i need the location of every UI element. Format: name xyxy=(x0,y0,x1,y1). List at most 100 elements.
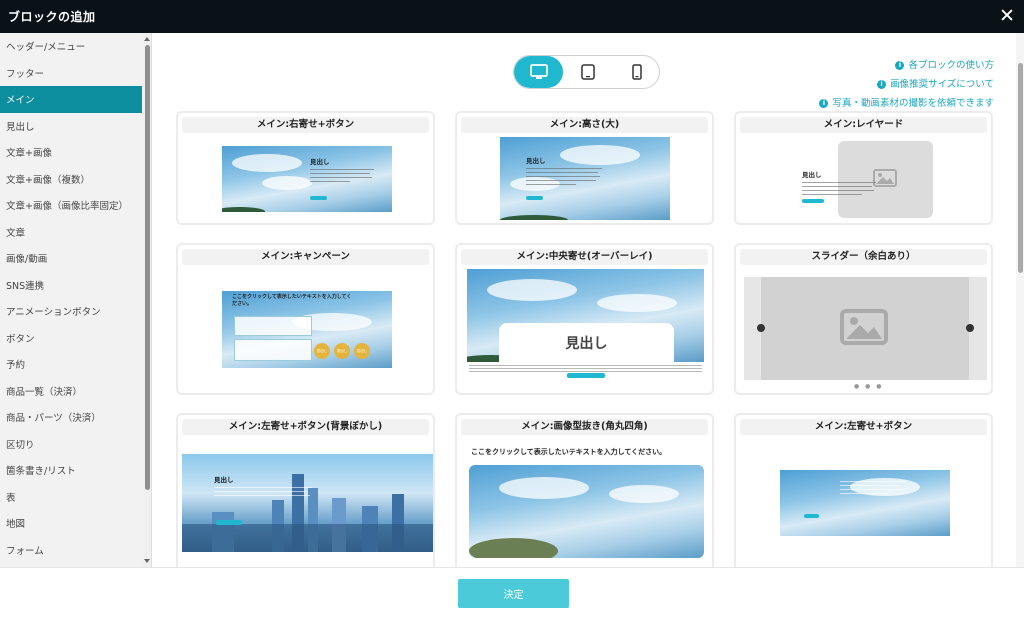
close-icon[interactable] xyxy=(999,7,1015,23)
preview-text-lines xyxy=(469,363,702,372)
slider-pagination: ● ● ● xyxy=(854,383,884,390)
preview-text-block xyxy=(840,478,910,494)
device-toggle xyxy=(513,55,660,89)
block-card-main-left-blur[interactable]: メイン:左寄せ+ボタン(背景ぼかし) 見出し xyxy=(176,413,435,567)
block-card-main-campaign[interactable]: メイン:キャンペーン ここをクリックして表示したいテキストを入力してください。 … xyxy=(176,243,435,395)
dialog-titlebar: ブロックの追加 xyxy=(0,0,1024,33)
card-title: メイン:左寄せ+ボタン xyxy=(740,419,987,435)
card-title: スライダー（余白あり） xyxy=(740,249,987,265)
sidebar-item-label: 区切り xyxy=(6,439,35,451)
block-card-main-center-overlay[interactable]: メイン:中央寄せ(オーバーレイ) 見出し xyxy=(455,243,714,395)
block-card-main-layered[interactable]: メイン:レイヤード 見出し xyxy=(734,111,993,225)
card-title: メイン:高さ(大) xyxy=(461,117,708,133)
block-preview-image: 見出し xyxy=(182,454,433,552)
sidebar-item-label: フッター xyxy=(6,68,45,80)
campaign-badge: 見出し xyxy=(314,343,330,359)
sidebar-item-label: 商品・パーツ（決済） xyxy=(6,413,101,425)
sidebar-item-label: フォーム xyxy=(6,545,44,557)
info-icon: i xyxy=(877,80,887,89)
sidebar-item-17[interactable]: 表 xyxy=(0,484,142,511)
sidebar-item-label: アニメーションボタン xyxy=(6,307,101,319)
sidebar-item-label: 文章+画像 xyxy=(6,148,52,160)
sidebar-item-8[interactable]: 画像/動画 xyxy=(0,245,142,272)
block-card-slider[interactable]: スライダー（余白あり） ● ● ● xyxy=(734,243,993,395)
slider-prev-dot[interactable] xyxy=(757,324,765,332)
card-title: メイン:レイヤード xyxy=(740,117,987,133)
sidebar-item-5[interactable]: 文章+画像（複数） xyxy=(0,166,142,193)
block-preview-image xyxy=(469,465,704,558)
sidebar-item-7[interactable]: 文章 xyxy=(0,219,142,246)
sidebar-item-label: 箇条書き/リスト xyxy=(6,466,76,478)
block-category-sidebar: ヘッダー/メニュー フッターメイン見出し文章+画像文章+画像（複数） 文章+画像（画… xyxy=(0,33,152,567)
sidebar-item-label: SNS連携 xyxy=(6,280,45,292)
card-title: メイン:キャンペーン xyxy=(182,249,429,265)
image-placeholder-icon xyxy=(840,309,888,345)
preview-heading: ここをクリックして表示したいテキストを入力してください。 xyxy=(471,448,667,456)
info-icon: i xyxy=(895,61,905,70)
sidebar-item-15[interactable]: 区切り xyxy=(0,431,142,458)
scroll-up-icon[interactable] xyxy=(144,37,150,41)
sidebar-item-label: 見出し xyxy=(6,121,35,133)
sidebar-item-4[interactable]: 文章+画像 xyxy=(0,139,142,166)
scroll-down-icon[interactable] xyxy=(144,559,150,563)
block-preview-image xyxy=(780,470,950,536)
sidebar-item-label: 表 xyxy=(6,492,16,504)
block-card-main-tall[interactable]: メイン:高さ(大) 見出し xyxy=(455,111,714,225)
tablet-icon xyxy=(580,64,595,80)
sidebar-item-label: 商品一覧（決済） xyxy=(6,386,83,398)
sidebar-item-16[interactable]: 箇条書き/リスト xyxy=(0,457,142,484)
help-link-label: 写真・動画素材の撮影を依頼できます xyxy=(832,98,994,109)
preview-text-block: 見出し xyxy=(802,169,880,195)
decide-button[interactable]: 決定 xyxy=(458,579,569,608)
preview-text-block: ここをクリックして表示したいテキストを入力してください。 xyxy=(232,294,352,307)
gallery-scroll-thumb[interactable] xyxy=(1018,63,1023,273)
sidebar-item-3[interactable]: 見出し xyxy=(0,113,142,140)
sidebar-item-9[interactable]: SNS連携 xyxy=(0,272,142,299)
campaign-badge: 見出し xyxy=(334,343,350,359)
sidebar-item-10[interactable]: アニメーションボタン xyxy=(0,298,142,325)
sidebar-item-19[interactable]: フォーム xyxy=(0,537,142,564)
sidebar-item-label: 地図 xyxy=(6,519,26,531)
block-card-main-left-button[interactable]: メイン:左寄せ+ボタン xyxy=(734,413,993,567)
help-links: i 各ブロックの使い方 i 画像推奨サイズについて i 写真・動画素材の撮影を依… xyxy=(819,56,994,113)
sidebar-item-11[interactable]: ボタン xyxy=(0,325,142,352)
sidebar-item-label: ヘッダー/メニュー xyxy=(6,42,86,54)
sidebar-item-label: 予約 xyxy=(6,360,26,372)
block-card-main-rounded-mask[interactable]: メイン:画像型抜き(角丸四角) ここをクリックして表示したいテキストを入力してく… xyxy=(455,413,714,567)
help-link-label: 画像推奨サイズについて xyxy=(890,79,994,90)
sidebar-item-13[interactable]: 商品一覧（決済） xyxy=(0,378,142,405)
slider-next-dot[interactable] xyxy=(966,324,974,332)
desktop-view-button[interactable] xyxy=(514,56,563,88)
sidebar-item-label: 文章 xyxy=(6,227,26,239)
preview-text-block: 見出し xyxy=(214,474,314,496)
block-preview-image: ここをクリックして表示したいテキストを入力してください。 見出し 見出し 見出し xyxy=(222,291,392,368)
info-icon: i xyxy=(819,99,829,108)
mobile-icon xyxy=(631,64,642,80)
sidebar-item-label: メイン xyxy=(6,95,35,107)
sidebar-item-0[interactable]: ヘッダー/メニュー xyxy=(0,33,142,60)
help-link-image-size[interactable]: i 画像推奨サイズについて xyxy=(819,75,994,94)
add-block-dialog: ブロックの追加 ヘッダー/メニュー フッター メイン 見出し 文章+画像 文章+画像（複数… xyxy=(0,0,1024,617)
mobile-view-button[interactable] xyxy=(612,56,659,88)
sidebar-scrollbar[interactable] xyxy=(142,33,151,567)
sidebar-item-14[interactable]: 商品・パーツ（決済） xyxy=(0,404,142,431)
help-link-usage[interactable]: i 各ブロックの使い方 xyxy=(819,56,994,75)
sidebar-item-1[interactable]: フッター xyxy=(0,60,142,87)
block-gallery: i 各ブロックの使い方 i 画像推奨サイズについて i 写真・動画素材の撮影を依… xyxy=(152,33,1024,567)
preview-text-block: 見出し xyxy=(310,156,380,182)
preview-text-block: 見出し xyxy=(526,155,606,185)
block-preview-image: 見出し xyxy=(222,146,392,212)
sidebar-item-6[interactable]: 文章+画像（画像比率固定） xyxy=(0,192,142,219)
sidebar-item-2[interactable]: メイン xyxy=(0,86,142,113)
block-preview-image: 見出し xyxy=(500,137,670,220)
card-title: メイン:右寄せ+ボタン xyxy=(182,117,429,133)
sidebar-item-label: ボタン xyxy=(6,333,35,345)
sidebar-item-12[interactable]: 予約 xyxy=(0,351,142,378)
overlay-panel: 見出し xyxy=(499,323,674,363)
sidebar-item-18[interactable]: 地図 xyxy=(0,510,142,537)
dialog-title: ブロックの追加 xyxy=(8,10,96,24)
gallery-scrollbar[interactable] xyxy=(1016,33,1024,567)
block-card-main-right-button[interactable]: メイン:右寄せ+ボタン 見出し xyxy=(176,111,435,225)
sidebar-scroll-thumb[interactable] xyxy=(145,45,150,490)
tablet-view-button[interactable] xyxy=(563,56,612,88)
